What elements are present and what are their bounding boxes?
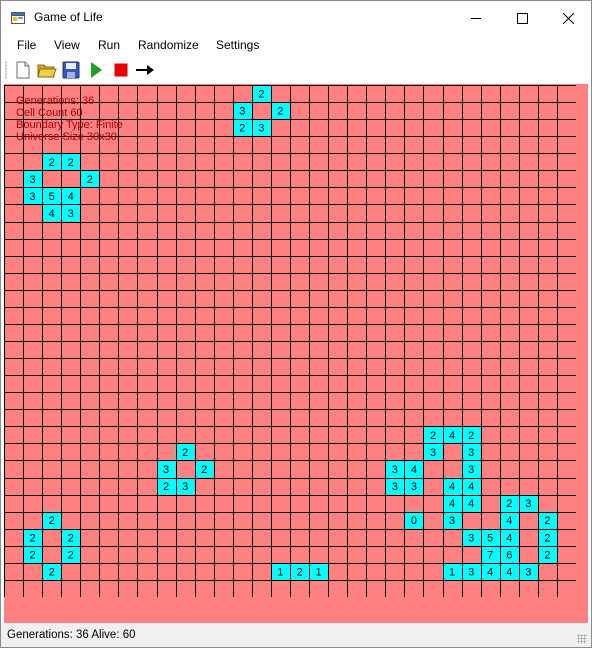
neighbor-count-label: 2 — [277, 106, 283, 118]
neighbor-count-label: 2 — [68, 532, 74, 544]
neighbor-count-label: 7 — [487, 549, 493, 561]
neighbor-count-label: 1 — [316, 566, 322, 578]
neighbor-count-label: 3 — [68, 208, 74, 220]
neighbor-count-label: 3 — [392, 481, 398, 493]
menu-bar: File View Run Randomize Settings — [1, 35, 591, 56]
new-document-icon — [16, 61, 30, 79]
neighbor-count-label: 3 — [30, 174, 36, 186]
save-file-button[interactable] — [60, 59, 82, 81]
neighbor-count-label: 3 — [525, 498, 531, 510]
neighbor-count-label: 4 — [68, 191, 74, 203]
neighbor-count-label: 2 — [87, 174, 93, 186]
neighbor-count-label: 3 — [449, 515, 455, 527]
stop-button[interactable] — [110, 59, 132, 81]
neighbor-count-label: 2 — [544, 532, 550, 544]
new-file-button[interactable] — [12, 59, 34, 81]
neighbor-count-label: 2 — [258, 89, 264, 101]
neighbor-count-label: 4 — [411, 464, 417, 476]
menu-randomize[interactable]: Randomize — [138, 38, 199, 52]
neighbor-count-label: 3 — [163, 464, 169, 476]
neighbor-count-label: 2 — [49, 157, 55, 169]
neighbor-count-label: 2 — [163, 481, 169, 493]
neighbor-count-label: 2 — [544, 515, 550, 527]
status-text: Generations: 36 Alive: 60 — [7, 629, 136, 641]
neighbor-count-label: 2 — [239, 123, 245, 135]
stop-icon — [114, 63, 128, 77]
neighbor-count-label: 3 — [258, 123, 264, 135]
neighbor-count-label: 3 — [468, 566, 474, 578]
menu-view[interactable]: View — [54, 38, 80, 52]
status-bar: Generations: 36 Alive: 60 — [1, 623, 591, 647]
universe-panel[interactable]: 2 3 2 2 3 2 2 3 2 3 5 4 4 3 2 4 2 2 3 3 3 2 3 4 3 2 3 3 3 4 4 4 4 2 3 2 0 3 4 2… — [4, 84, 588, 623]
neighbor-count-label: 4 — [468, 498, 474, 510]
neighbor-count-label: 1 — [277, 566, 283, 578]
neighbor-count-label: 5 — [487, 532, 493, 544]
neighbor-count-label: 5 — [49, 191, 55, 203]
neighbor-count-label: 4 — [449, 481, 455, 493]
neighbor-count-label: 4 — [449, 430, 455, 442]
neighbor-count-label: 4 — [487, 566, 493, 578]
neighbor-count-label: 3 — [468, 464, 474, 476]
open-file-button[interactable] — [36, 59, 58, 81]
neighbor-count-label: 3 — [239, 106, 245, 118]
neighbor-count-label: 2 — [30, 532, 36, 544]
neighbor-count-label: 4 — [449, 498, 455, 510]
close-icon — [562, 12, 574, 24]
neighbor-count-label: 2 — [30, 549, 36, 561]
neighbor-count-label: 3 — [525, 566, 531, 578]
neighbor-count-label: 6 — [506, 549, 512, 561]
next-generation-button[interactable] — [134, 59, 156, 81]
maximize-icon — [516, 12, 528, 24]
title-bar[interactable]: Game of Life — [1, 1, 591, 35]
neighbor-count-label: 3 — [392, 464, 398, 476]
cell-grid[interactable]: 2 3 2 2 3 2 2 3 2 3 5 4 4 3 2 4 2 2 3 3 3 2 3 4 3 2 3 3 3 4 4 4 4 2 3 2 0 3 4 2… — [4, 85, 576, 597]
neighbor-count-label: 2 — [544, 549, 550, 561]
neighbor-count-label: 3 — [411, 481, 417, 493]
neighbor-count-label: 2 — [430, 430, 436, 442]
neighbor-count-label: 2 — [49, 566, 55, 578]
neighbor-count-label: 4 — [468, 481, 474, 493]
neighbor-count-label: 2 — [506, 498, 512, 510]
close-button[interactable] — [545, 1, 591, 35]
menu-run[interactable]: Run — [98, 38, 120, 52]
minimize-button[interactable] — [453, 1, 499, 35]
neighbor-count-label: 3 — [182, 481, 188, 493]
neighbor-count-label: 3 — [430, 447, 436, 459]
resize-grip[interactable] — [577, 634, 587, 644]
start-button[interactable] — [85, 59, 107, 81]
menu-settings[interactable]: Settings — [216, 38, 259, 52]
neighbor-count-label: 2 — [296, 566, 302, 578]
app-icon — [11, 12, 25, 24]
neighbor-count-label: 4 — [506, 532, 512, 544]
neighbor-count-label: 2 — [68, 157, 74, 169]
open-folder-icon — [37, 64, 57, 78]
save-disk-icon — [62, 61, 80, 79]
window-title: Game of Life — [34, 10, 103, 24]
neighbor-count-label: 3 — [468, 447, 474, 459]
toolbar-grip[interactable] — [5, 61, 7, 79]
neighbor-count-label: 4 — [506, 566, 512, 578]
arrow-right-icon — [136, 65, 154, 75]
neighbor-count-label: 2 — [68, 549, 74, 561]
maximize-button[interactable] — [499, 1, 545, 35]
neighbor-count-label: 0 — [411, 515, 417, 527]
play-icon — [91, 62, 102, 78]
neighbor-count-label: 2 — [49, 515, 55, 527]
neighbor-count-label: 2 — [468, 430, 474, 442]
neighbor-count-label: 3 — [468, 532, 474, 544]
neighbor-count-label: 3 — [30, 191, 36, 203]
neighbor-count-label: 1 — [449, 566, 455, 578]
menu-file[interactable]: File — [17, 38, 36, 52]
neighbor-count-label: 2 — [182, 447, 188, 459]
minimize-icon — [471, 18, 481, 19]
neighbor-count-label: 4 — [49, 208, 55, 220]
neighbor-count-label: 4 — [506, 515, 512, 527]
toolbar — [1, 57, 591, 83]
neighbor-count-label: 2 — [201, 464, 207, 476]
app-window: Game of Life File View Run Randomize Set… — [0, 0, 592, 648]
